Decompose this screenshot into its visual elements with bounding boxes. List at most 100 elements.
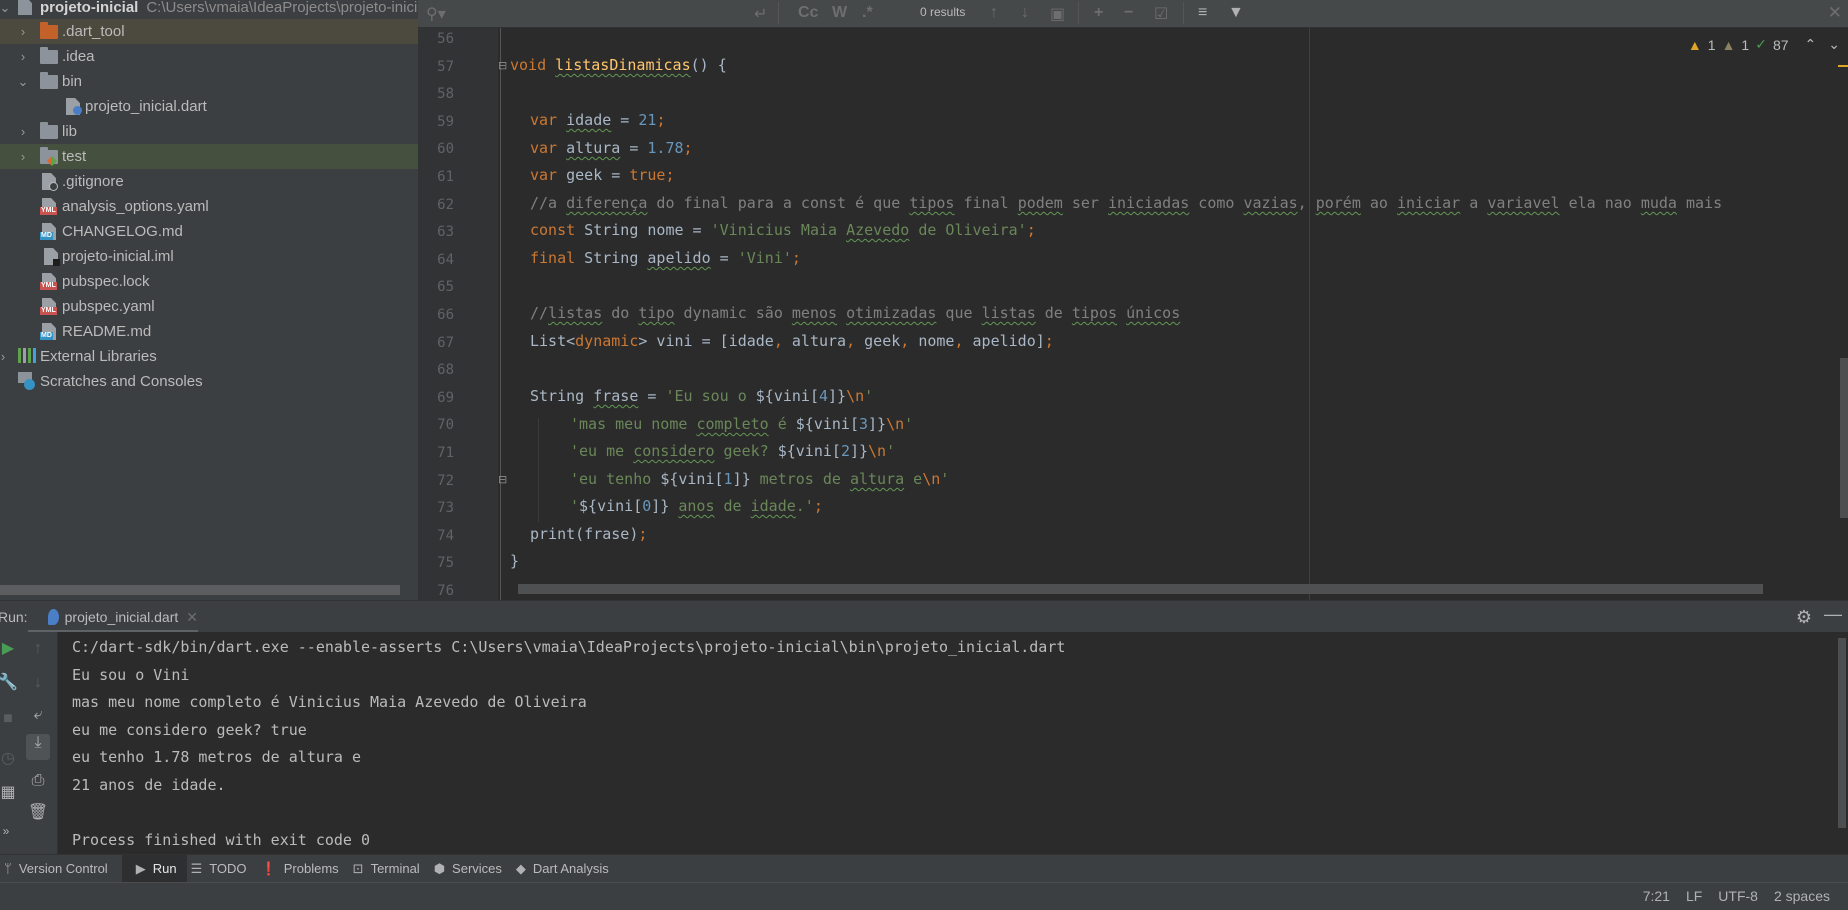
line-number[interactable]: 75 [418,555,454,571]
tree-item-analysis-options[interactable]: YML analysis_options.yaml [0,194,418,219]
line-number[interactable]: 67 [418,335,454,351]
line-number[interactable]: 72 [418,473,454,489]
line-number[interactable]: 74 [418,528,454,544]
tree-root[interactable]: ⌄ projeto-inicial C:\Users\vmaia\IdeaProj… [0,0,418,20]
inspection-widget[interactable]: ▲ 1 ▲ 1 ✓ 87 ⌃ ⌄ [1688,36,1840,53]
tree-item-changelog[interactable]: MD CHANGELOG.md [0,219,418,244]
line-number[interactable]: 61 [418,169,454,185]
tool-window-problems[interactable]: ❗ Problems [257,855,349,883]
console-vertical-scrollbar[interactable] [1834,632,1848,854]
editor-horizontal-scrollbar[interactable] [518,584,1763,594]
next-occurrence-icon[interactable]: ↓ [1021,4,1029,22]
previous-highlight-icon[interactable]: ⌃ [1805,36,1817,53]
fold-icon[interactable]: ⊟ [498,59,507,72]
tree-item-bin[interactable]: ⌄ bin [0,69,418,94]
next-highlight-icon[interactable]: ⌄ [1828,36,1840,53]
tool-window-todo[interactable]: ☰ TODO [187,855,257,883]
tool-window-terminal[interactable]: ⊡ Terminal [349,855,430,883]
line-number[interactable]: 73 [418,500,454,516]
line-number[interactable]: 66 [418,307,454,323]
line-number[interactable]: 56 [418,31,454,47]
fold-icon[interactable]: ⊟ [498,473,507,486]
line-number[interactable]: 68 [418,362,454,378]
filter-icon[interactable]: ▼ [1228,4,1244,22]
close-icon[interactable]: ✕ [1828,3,1842,23]
new-line-toggle-icon[interactable]: ↵ [754,4,767,24]
chevron-right-icon[interactable]: › [0,349,10,364]
down-arrow-icon[interactable]: ↓ [26,674,50,692]
tree-item-idea[interactable]: › .idea [0,44,418,69]
close-tab-icon[interactable]: ✕ [186,609,198,626]
tool-window-services[interactable]: ⬢ Services [430,855,512,883]
line-number[interactable]: 69 [418,390,454,406]
tool-window-version-control[interactable]: ᛘ Version Control [0,855,118,883]
match-case-button[interactable]: Cc [798,4,818,22]
caret-position[interactable]: 7:21 [1643,888,1670,904]
gear-icon[interactable]: ⚙ [1796,607,1812,628]
line-number[interactable]: 62 [418,197,454,213]
up-arrow-icon[interactable]: ↑ [26,640,50,658]
line-number[interactable]: 71 [418,445,454,461]
chevron-right-icon[interactable]: › [16,24,30,39]
regex-button[interactable]: .* [862,4,873,22]
line-number[interactable]: 65 [418,279,454,295]
tree-item-scratches[interactable]: Scratches and Consoles [0,369,418,394]
select-occurrence-icon[interactable]: ☑ [1154,4,1168,24]
line-number[interactable]: 64 [418,252,454,268]
indent-setting[interactable]: 2 spaces [1774,888,1830,904]
trash-icon[interactable]: 🗑 [26,802,50,822]
line-number[interactable]: 63 [418,224,454,240]
line-number[interactable]: 58 [418,86,454,102]
line-separator[interactable]: LF [1686,888,1702,904]
search-icon[interactable]: ⚲▾ [426,4,446,24]
select-all-occurrences-icon[interactable]: ▣ [1050,4,1065,24]
tree-item-pubspec-yaml[interactable]: YML pubspec.yaml [0,294,418,319]
filter-search-results-icon[interactable]: ≡ [1198,4,1207,22]
tree-item-projeto-inicial-dart[interactable]: projeto_inicial.dart [0,94,418,119]
restore-layout-icon[interactable]: ◷ [0,748,20,768]
line-number[interactable]: 76 [418,583,454,599]
chevron-down-icon[interactable]: ⌄ [0,0,12,16]
line-number[interactable]: 70 [418,417,454,433]
tree-item-dart-tool[interactable]: › .dart_tool [0,19,418,44]
tree-item-iml[interactable]: projeto-inicial.iml [0,244,418,269]
chevron-right-icon[interactable]: › [16,124,30,139]
soft-wrap-icon[interactable]: ⤶ [26,706,50,724]
previous-occurrence-icon[interactable]: ↑ [990,4,998,22]
file-encoding[interactable]: UTF-8 [1718,888,1758,904]
tree-item-readme[interactable]: MD README.md [0,319,418,344]
run-console-output[interactable]: C:/dart-sdk/bin/dart.exe --enable-assert… [58,632,1834,854]
root-project-name: projeto-inicial [40,0,139,16]
error-stripe-mark[interactable] [1838,65,1848,67]
whole-words-button[interactable]: W [832,4,847,22]
tool-window-run[interactable]: ▶ Run [121,854,187,883]
right-margin-guide [1309,28,1310,600]
chevron-right-icon[interactable]: › [16,149,30,164]
scrollbar-thumb[interactable] [1838,638,1846,828]
tree-item-gitignore[interactable]: .gitignore [0,169,418,194]
chevron-down-icon[interactable]: ⌄ [16,74,30,90]
run-tab[interactable]: projeto_inicial.dart ✕ [38,601,198,633]
sidebar-horizontal-scrollbar[interactable] [0,585,400,595]
layout-icon[interactable]: ▦ [0,782,20,802]
minimize-icon[interactable]: — [1824,604,1842,625]
more-icon[interactable]: » [0,824,18,838]
add-occurrence-icon[interactable]: + [1094,4,1103,22]
tree-item-lib[interactable]: › lib [0,119,418,144]
tool-window-dart-analysis[interactable]: ◆ Dart Analysis [512,855,619,883]
editor-vertical-scrollbar[interactable] [1840,358,1848,518]
scroll-to-end-icon[interactable]: ⤓ [26,734,50,760]
line-number[interactable]: 60 [418,141,454,157]
remove-occurrence-icon[interactable]: − [1124,4,1133,22]
tree-item-test[interactable]: › test [0,144,418,169]
tree-item-external-libraries[interactable]: › External Libraries [0,344,418,369]
line-number[interactable]: 59 [418,114,454,130]
code-editor[interactable]: 56 57 58 59 60 61 62 63 64 65 66 67 68 69 70 71 72 73 74 75… [418,28,1848,600]
rerun-icon[interactable]: ▶ [0,638,20,658]
print-icon[interactable]: ⎙ [26,772,50,790]
stop-icon[interactable]: ■ [0,710,20,728]
chevron-right-icon[interactable]: › [16,49,30,64]
tree-item-pubspec-lock[interactable]: YML pubspec.lock [0,269,418,294]
line-number[interactable]: 57 [418,59,454,75]
modify-run-config-icon[interactable]: 🔧 [0,672,20,692]
